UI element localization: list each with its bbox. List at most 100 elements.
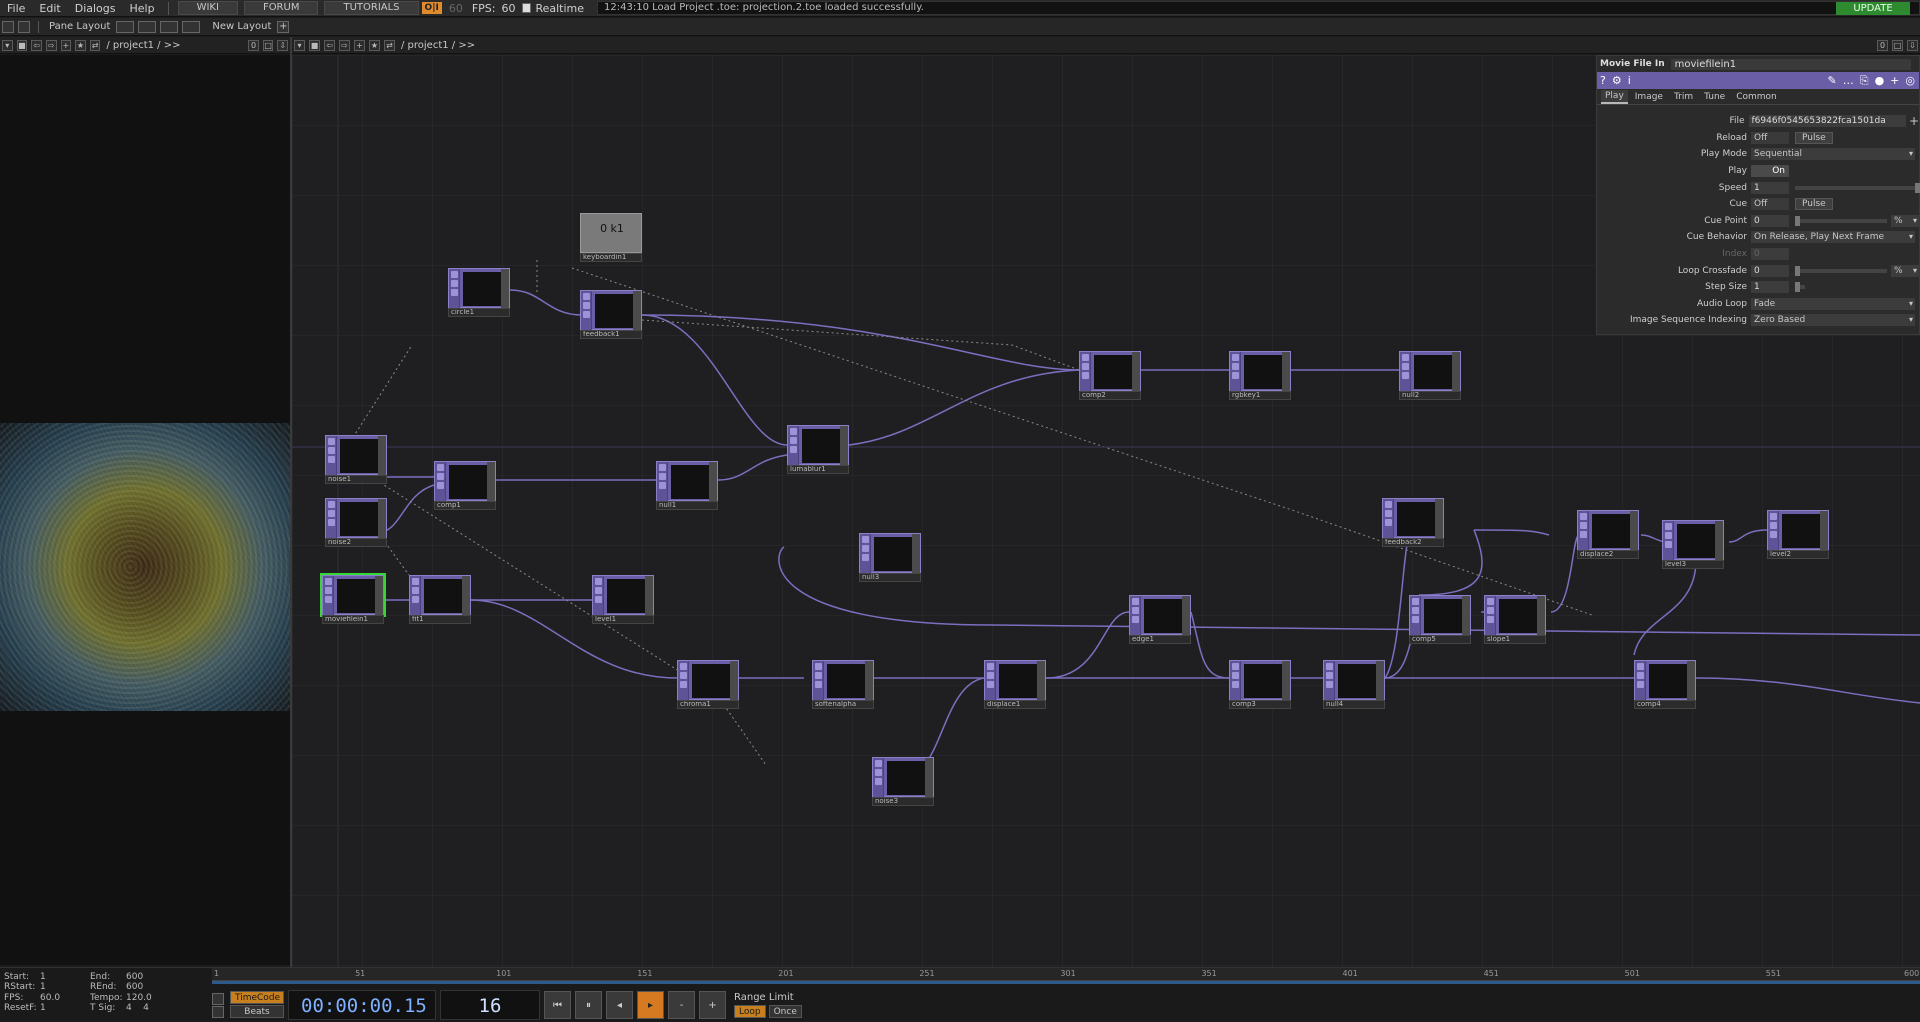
- node-edge1[interactable]: edge1: [1129, 595, 1191, 645]
- network-path[interactable]: / project1 / >>: [397, 40, 1875, 51]
- speed-field[interactable]: 1: [1751, 181, 1789, 194]
- info-icon[interactable]: i: [1628, 74, 1631, 87]
- viewer-pane[interactable]: [0, 55, 290, 965]
- layout-preset-1[interactable]: [116, 20, 135, 33]
- tsig-value[interactable]: 4 4: [126, 1003, 196, 1013]
- loop-crossfade-unit[interactable]: %: [1891, 264, 1919, 277]
- play-toggle[interactable]: On: [1751, 165, 1789, 178]
- node-noise3[interactable]: noise3: [872, 757, 934, 807]
- realtime-checkbox[interactable]: [521, 3, 532, 13]
- node-softenalpha[interactable]: softenalpha: [812, 660, 874, 710]
- cue-point-field[interactable]: 0: [1751, 214, 1789, 227]
- menu-edit[interactable]: Edit: [32, 2, 67, 15]
- add-icon[interactable]: +: [1909, 114, 1919, 128]
- tab-play[interactable]: Play: [1601, 89, 1628, 104]
- node-level3[interactable]: level3: [1662, 520, 1724, 570]
- node-comp5[interactable]: comp5: [1409, 595, 1471, 645]
- forward-icon[interactable]: ⇨: [45, 39, 57, 51]
- play-button[interactable]: ▸: [637, 991, 664, 1019]
- clone-icon[interactable]: ⎘: [1860, 74, 1869, 88]
- rewind-button[interactable]: ⏮: [544, 991, 571, 1019]
- resetf-value[interactable]: 1: [40, 1003, 90, 1013]
- timeline-ruler[interactable]: 1 51 101 151 201 251 301 351 401 451 501 551 600: [212, 968, 1920, 981]
- layout-preset-4[interactable]: [182, 20, 201, 33]
- cue-point-unit[interactable]: %: [1891, 214, 1919, 227]
- cue-toggle[interactable]: Off: [1751, 198, 1789, 211]
- link-icon[interactable]: ⇄: [384, 39, 395, 51]
- node-null1[interactable]: null1: [656, 461, 718, 511]
- stop-icon[interactable]: ■: [16, 39, 28, 51]
- forum-button[interactable]: FORUM: [243, 1, 319, 15]
- comment-icon[interactable]: …: [1843, 74, 1854, 87]
- node-moviefilein1[interactable]: moviefilein1: [320, 573, 386, 625]
- pause-button[interactable]: ⏸: [575, 991, 602, 1019]
- node-feedback1[interactable]: feedback1: [580, 290, 642, 340]
- step-minus-button[interactable]: -: [668, 991, 695, 1019]
- loop-button[interactable]: Loop: [734, 1004, 766, 1018]
- menu-file[interactable]: File: [0, 2, 32, 15]
- performance-mode-badge[interactable]: O|I: [421, 2, 442, 14]
- step-back-button[interactable]: ◂: [606, 991, 633, 1019]
- layout-preset-3[interactable]: [160, 20, 179, 33]
- window-icon[interactable]: □: [1892, 39, 1903, 51]
- node-feedback2[interactable]: feedback2: [1382, 498, 1444, 548]
- home-icon[interactable]: +: [60, 39, 72, 51]
- new-layout-label[interactable]: New Layout: [202, 21, 275, 32]
- node-displace2[interactable]: displace2: [1577, 510, 1639, 560]
- chevron-down-icon[interactable]: ▾: [2, 39, 13, 51]
- tutorials-button[interactable]: TUTORIALS: [324, 1, 419, 15]
- node-slope1[interactable]: slope1: [1484, 595, 1546, 645]
- node-rgbkey1[interactable]: rgbkey1: [1229, 351, 1291, 401]
- file-field[interactable]: f6946f0545653822fca1501da: [1748, 115, 1906, 128]
- help-icon[interactable]: ?: [1600, 74, 1606, 87]
- color-icon[interactable]: ●: [1875, 74, 1885, 87]
- layout-preset-2[interactable]: [138, 20, 157, 33]
- add-layout-icon[interactable]: +: [277, 20, 290, 33]
- python-icon[interactable]: ⚙: [1612, 74, 1622, 87]
- beats-button[interactable]: Beats: [230, 1005, 284, 1018]
- window-icon[interactable]: □: [262, 39, 274, 51]
- node-level2[interactable]: level2: [1767, 510, 1829, 560]
- reload-pulse-button[interactable]: Pulse: [1795, 131, 1833, 144]
- add-icon[interactable]: +: [1890, 74, 1899, 87]
- timecode-display[interactable]: 00:00:00.15: [288, 990, 436, 1020]
- arrow-down-icon[interactable]: ⇩: [1907, 39, 1918, 51]
- speed-slider[interactable]: [1795, 182, 1920, 193]
- star-icon[interactable]: ★: [369, 39, 380, 51]
- node-comp3[interactable]: comp3: [1229, 660, 1291, 710]
- wiki-button[interactable]: WIKI: [177, 1, 238, 15]
- node-null2[interactable]: null2: [1399, 351, 1461, 401]
- edit-icon[interactable]: ✎: [1828, 74, 1837, 87]
- node-comp1[interactable]: comp1: [434, 461, 496, 511]
- home-icon[interactable]: +: [354, 39, 365, 51]
- viewer-path[interactable]: / project1 / >>: [102, 40, 246, 51]
- chevron-down-icon[interactable]: ▾: [294, 39, 305, 51]
- op-name-field[interactable]: moviefilein1: [1670, 58, 1911, 70]
- star-icon[interactable]: ★: [75, 39, 86, 51]
- step-plus-button[interactable]: +: [699, 991, 726, 1019]
- step-size-slider[interactable]: [1795, 282, 1805, 293]
- tab-common[interactable]: Common: [1732, 91, 1781, 103]
- tab-image[interactable]: Image: [1631, 91, 1667, 103]
- rend-value[interactable]: 600: [126, 982, 196, 992]
- node-lumablur1[interactable]: lumablur1: [787, 425, 849, 475]
- node-comp4[interactable]: comp4: [1634, 660, 1696, 710]
- pane-icon[interactable]: [2, 20, 14, 33]
- once-button[interactable]: Once: [768, 1004, 802, 1018]
- cue-point-slider[interactable]: [1795, 215, 1887, 226]
- forward-icon[interactable]: ⇨: [339, 39, 350, 51]
- timecode-button[interactable]: TimeCode: [230, 991, 284, 1004]
- stop-icon[interactable]: ■: [309, 39, 320, 51]
- fps-value[interactable]: 60.0: [40, 993, 90, 1003]
- link-icon[interactable]: ⇄: [89, 39, 101, 51]
- tab-trim[interactable]: Trim: [1670, 91, 1697, 103]
- cue-pulse-button[interactable]: Pulse: [1795, 198, 1833, 211]
- update-button[interactable]: UPDATE: [1836, 2, 1910, 15]
- back-icon[interactable]: ⇦: [31, 39, 42, 51]
- node-displace1[interactable]: displace1: [984, 660, 1046, 710]
- node-circle1[interactable]: circle1: [448, 268, 510, 318]
- arrow-down-icon[interactable]: ⇩: [277, 39, 289, 51]
- audio-loop-dropdown[interactable]: Fade: [1751, 297, 1915, 310]
- tempo-value[interactable]: 120.0: [126, 993, 196, 1003]
- menu-dialogs[interactable]: Dialogs: [68, 2, 123, 15]
